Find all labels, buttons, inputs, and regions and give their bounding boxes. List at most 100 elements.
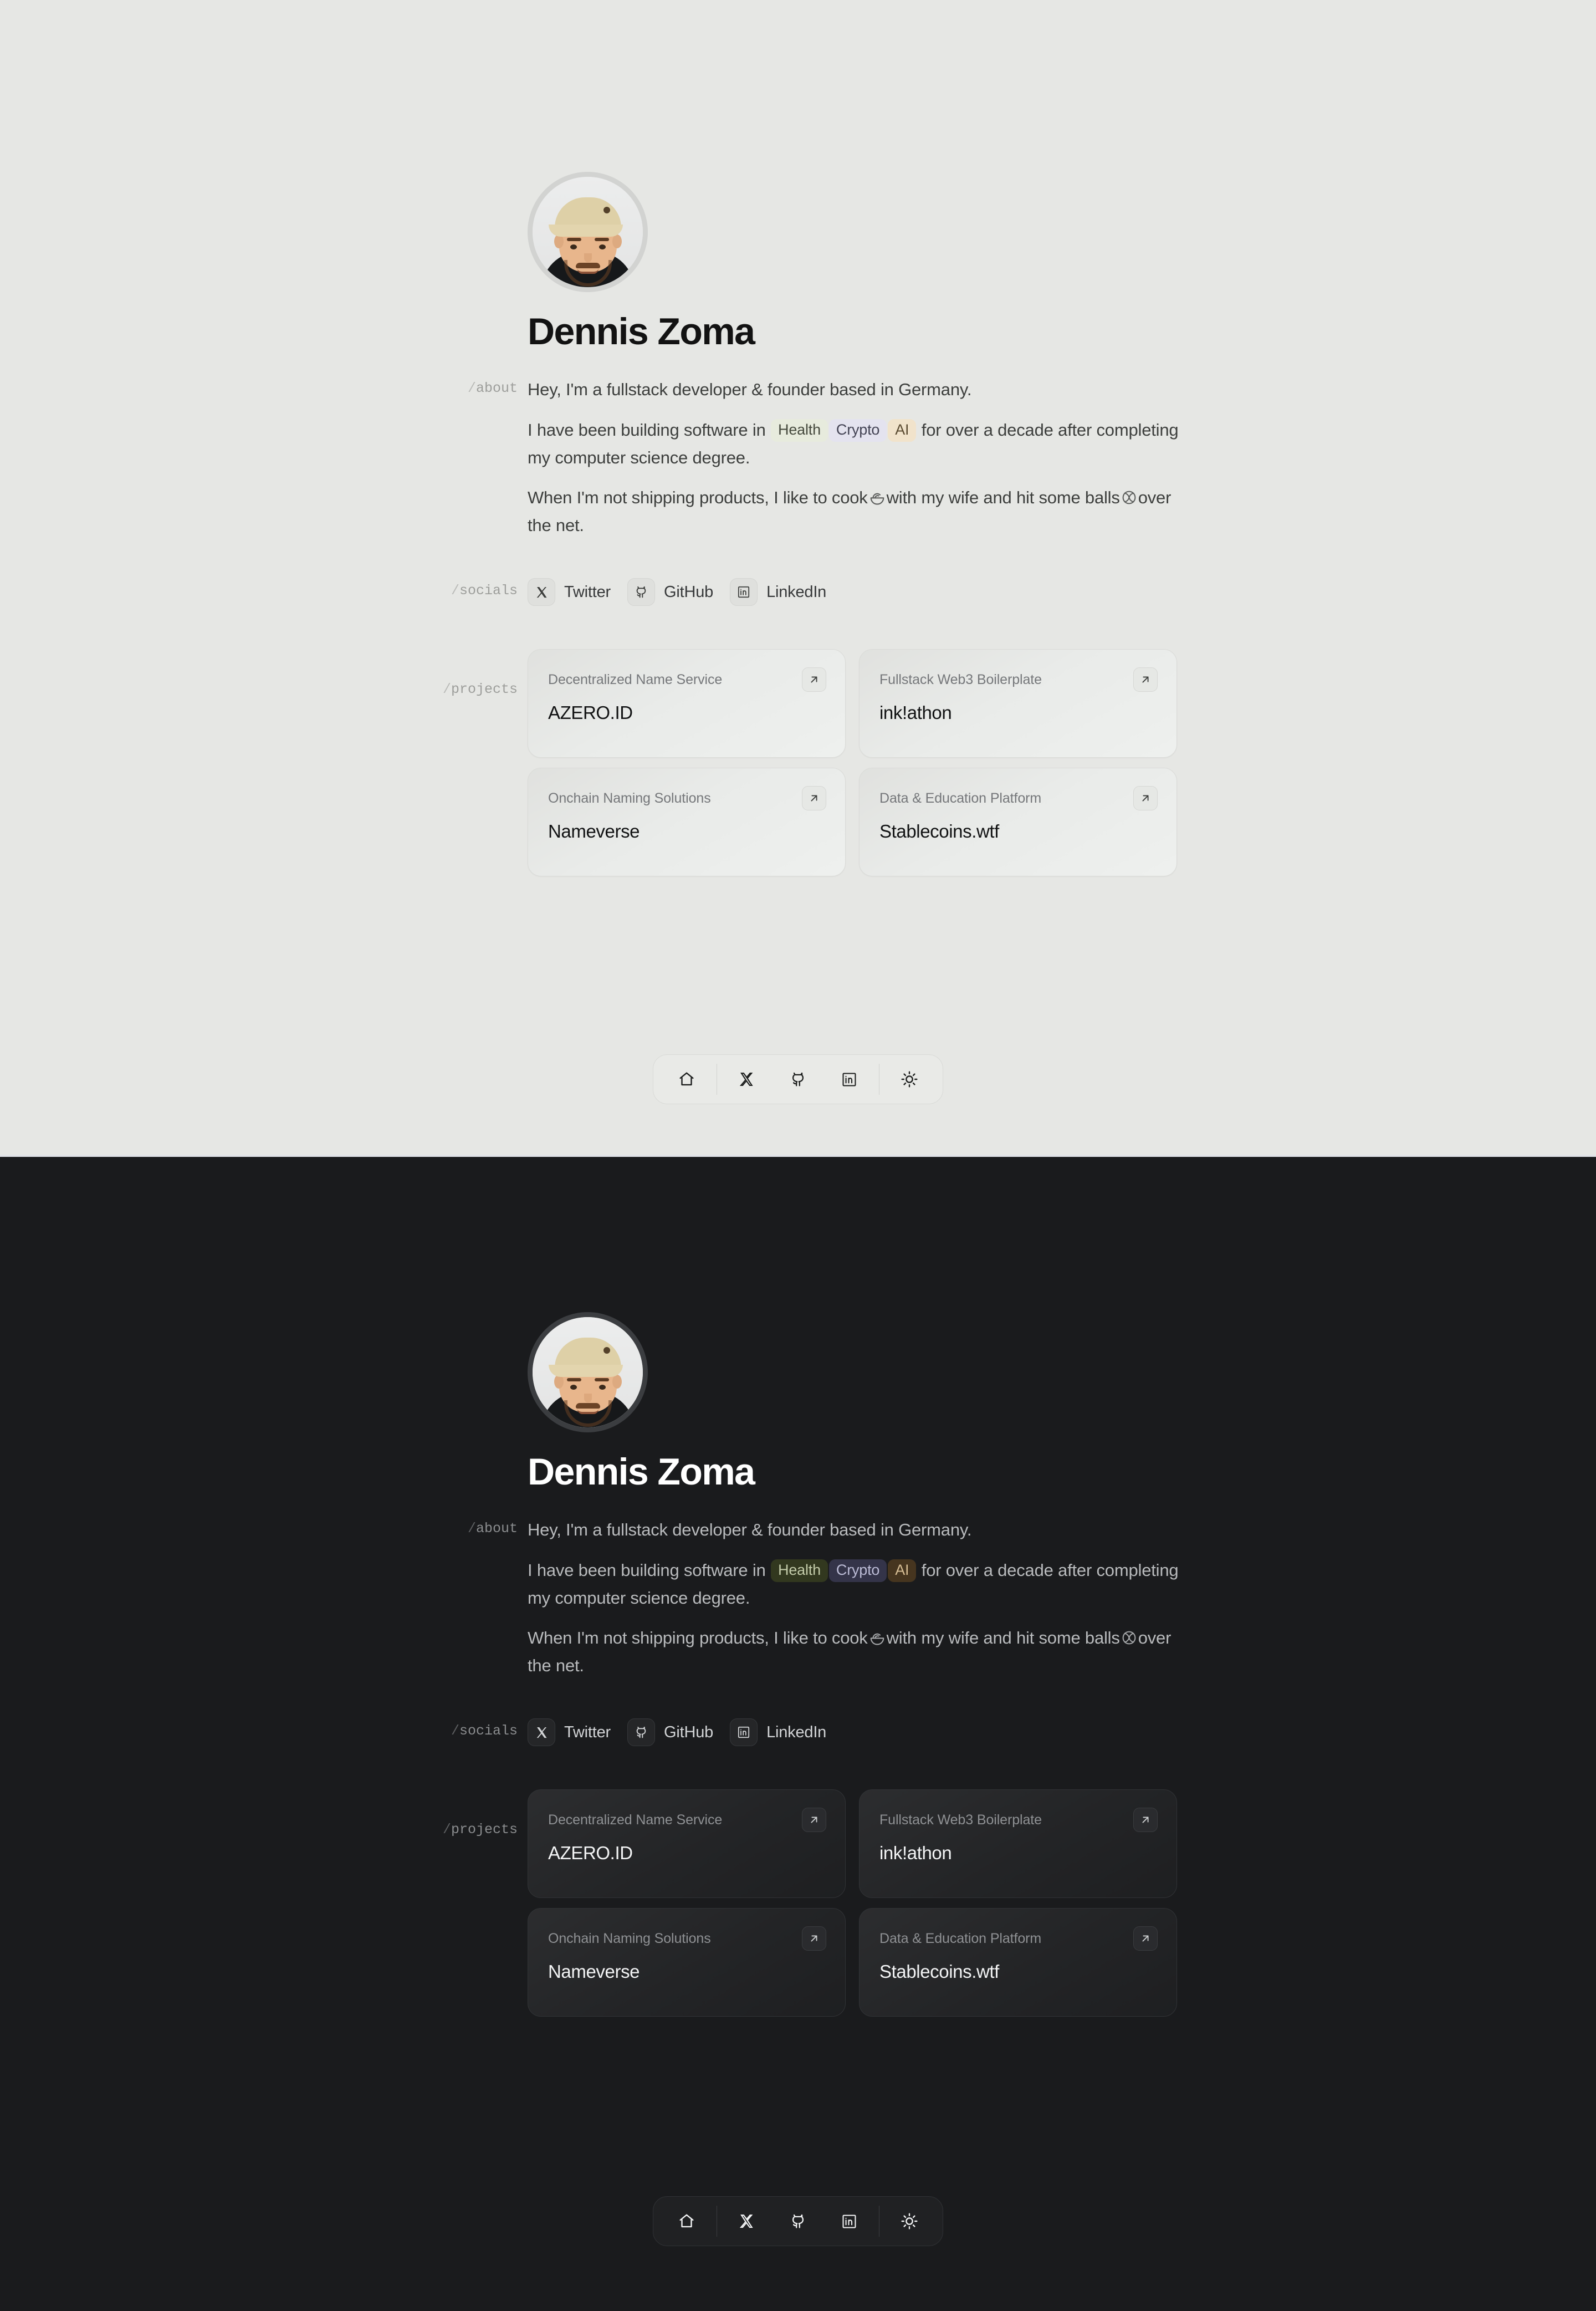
project-title: AZERO.ID [548, 1843, 633, 1864]
dock-home-button[interactable] [661, 2196, 712, 2246]
about-p2-before: I have been building software in [528, 1560, 766, 1580]
project-card-stablecoins-wtf[interactable]: Data & Education Platform Stablecoins.wt… [859, 1908, 1177, 2017]
linkedin-icon [730, 578, 758, 606]
project-card-inkathon[interactable]: Fullstack Web3 Boilerplate ink!athon [859, 649, 1177, 758]
tag-health: Health [771, 419, 828, 442]
about-section-label: /about [467, 380, 518, 397]
about-paragraph-3: When I'm not shipping products, I like t… [528, 1624, 1181, 1680]
projects-grid: Decentralized Name Service AZERO.ID Full… [528, 649, 1177, 877]
tag-health: Health [771, 1559, 828, 1583]
arrow-up-right-icon[interactable] [802, 1808, 826, 1833]
about-p3-middle: with my wife and hit some balls [886, 1628, 1120, 1648]
project-card-azero-id[interactable]: Decentralized Name Service AZERO.ID [528, 649, 846, 758]
dark-theme-preview: Dennis Zoma /about Hey, I'm a fullstack … [0, 1155, 1596, 2311]
photo-cap-logo [603, 207, 610, 213]
dock-twitter-button[interactable] [722, 2196, 773, 2246]
dock-linkedin-button[interactable] [823, 1054, 874, 1104]
photo-moustache [575, 263, 600, 268]
projects-section-label: /projects [442, 681, 518, 698]
project-card-nameverse[interactable]: Onchain Naming Solutions Nameverse [528, 768, 846, 877]
content-column: Dennis Zoma /about Hey, I'm a fullstack … [443, 172, 1181, 877]
social-link-linkedin[interactable]: LinkedIn [730, 1718, 827, 1747]
project-card-inkathon[interactable]: Fullstack Web3 Boilerplate ink!athon [859, 1789, 1177, 1899]
dock-twitter-button[interactable] [722, 1054, 773, 1104]
avatar-photo [533, 1317, 643, 1427]
arrow-up-right-icon[interactable] [802, 667, 826, 692]
tag-ai: AI [888, 419, 917, 442]
social-link-twitter[interactable]: Twitter [528, 1718, 611, 1747]
content-column: Dennis Zoma /about Hey, I'm a fullstack … [443, 1312, 1181, 2017]
about-p3-before: When I'm not shipping products, I like t… [528, 488, 868, 508]
about-line-1: Hey, I'm a fullstack developer & founder… [528, 380, 972, 400]
photo-cap-logo [603, 1347, 610, 1354]
social-label-linkedin: LinkedIn [766, 1723, 827, 1741]
dock-github-button[interactable] [773, 1054, 823, 1104]
arrow-up-right-icon[interactable] [802, 1926, 826, 1951]
arrow-up-right-icon[interactable] [1133, 1926, 1158, 1951]
photo-nose [584, 253, 592, 262]
profile-page-dark: Dennis Zoma /about Hey, I'm a fullstack … [0, 1157, 1596, 2311]
about-label-text: about [475, 380, 518, 397]
project-card-azero-id[interactable]: Decentralized Name Service AZERO.ID [528, 1789, 846, 1899]
github-icon [627, 1718, 655, 1747]
linkedin-icon [730, 1718, 758, 1747]
about-paragraph-1: Hey, I'm a fullstack developer & founder… [528, 1516, 1181, 1544]
projects-section: /projects Decentralized Name Service AZE… [443, 649, 1181, 877]
light-theme-preview: Dennis Zoma /about Hey, I'm a fullstack … [0, 0, 1596, 1155]
project-subtitle: Data & Education Platform [879, 1931, 1042, 1947]
page-title: Dennis Zoma [528, 310, 755, 353]
social-link-twitter[interactable]: Twitter [528, 578, 611, 606]
profile-page-light: Dennis Zoma /about Hey, I'm a fullstack … [0, 0, 1596, 1155]
project-title: Nameverse [548, 1961, 640, 1982]
projects-label-text: projects [451, 681, 518, 698]
project-title: Stablecoins.wtf [879, 1961, 999, 1982]
arrow-up-right-icon[interactable] [802, 786, 826, 811]
socials-label-text: socials [459, 1723, 518, 1739]
dock-theme-toggle-sun-icon[interactable] [884, 1054, 935, 1104]
floating-dock [653, 1054, 943, 1104]
bowl-icon [869, 489, 886, 506]
tag-ai: AI [888, 1559, 917, 1583]
x-icon [528, 1718, 555, 1747]
floating-dock [653, 2196, 943, 2246]
dock-linkedin-button[interactable] [823, 2196, 874, 2246]
photo-mouth [577, 269, 598, 274]
dock-theme-toggle-sun-icon[interactable] [884, 2196, 935, 2246]
project-subtitle: Fullstack Web3 Boilerplate [879, 672, 1042, 688]
bowl-icon [869, 1629, 886, 1646]
avatar [528, 1312, 648, 1432]
photo-ear-right [612, 234, 622, 248]
socials-label-text: socials [459, 583, 518, 599]
projects-section-label: /projects [442, 1822, 518, 1838]
dock-home-button[interactable] [661, 1054, 712, 1104]
photo-brow-right [594, 238, 609, 241]
about-paragraph-2: I have been building software in Health C… [528, 1557, 1181, 1612]
photo-eye-right [598, 244, 606, 249]
arrow-up-right-icon[interactable] [1133, 667, 1158, 692]
project-card-nameverse[interactable]: Onchain Naming Solutions Nameverse [528, 1908, 846, 2017]
socials-section: /socials Twitter GitHub LinkedIn [451, 1718, 1181, 1747]
social-link-linkedin[interactable]: LinkedIn [730, 578, 826, 606]
about-paragraph-2: I have been building software in Health C… [528, 416, 1181, 472]
x-icon [528, 578, 555, 606]
project-card-stablecoins-wtf[interactable]: Data & Education Platform Stablecoins.wt… [859, 768, 1177, 877]
social-link-github[interactable]: GitHub [627, 578, 713, 606]
arrow-up-right-icon[interactable] [1133, 1808, 1158, 1833]
about-paragraph-3: When I'm not shipping products, I like t… [528, 484, 1181, 539]
project-subtitle: Decentralized Name Service [548, 672, 723, 688]
project-subtitle: Onchain Naming Solutions [548, 790, 711, 807]
project-subtitle: Data & Education Platform [879, 790, 1042, 807]
avatar [528, 172, 648, 292]
project-title: ink!athon [879, 702, 952, 723]
tennis-ball-icon [1121, 489, 1137, 506]
project-subtitle: Fullstack Web3 Boilerplate [879, 1812, 1042, 1828]
photo-ear-right [612, 1375, 622, 1389]
dock-github-button[interactable] [773, 2196, 823, 2246]
project-title: Stablecoins.wtf [879, 821, 999, 842]
social-link-github[interactable]: GitHub [627, 1718, 714, 1747]
social-label-linkedin: LinkedIn [766, 583, 827, 601]
page-viewport: Dennis Zoma /about Hey, I'm a fullstack … [0, 0, 1596, 2311]
avatar-photo [533, 177, 643, 287]
social-label-github: GitHub [664, 1723, 714, 1741]
arrow-up-right-icon[interactable] [1133, 786, 1158, 811]
